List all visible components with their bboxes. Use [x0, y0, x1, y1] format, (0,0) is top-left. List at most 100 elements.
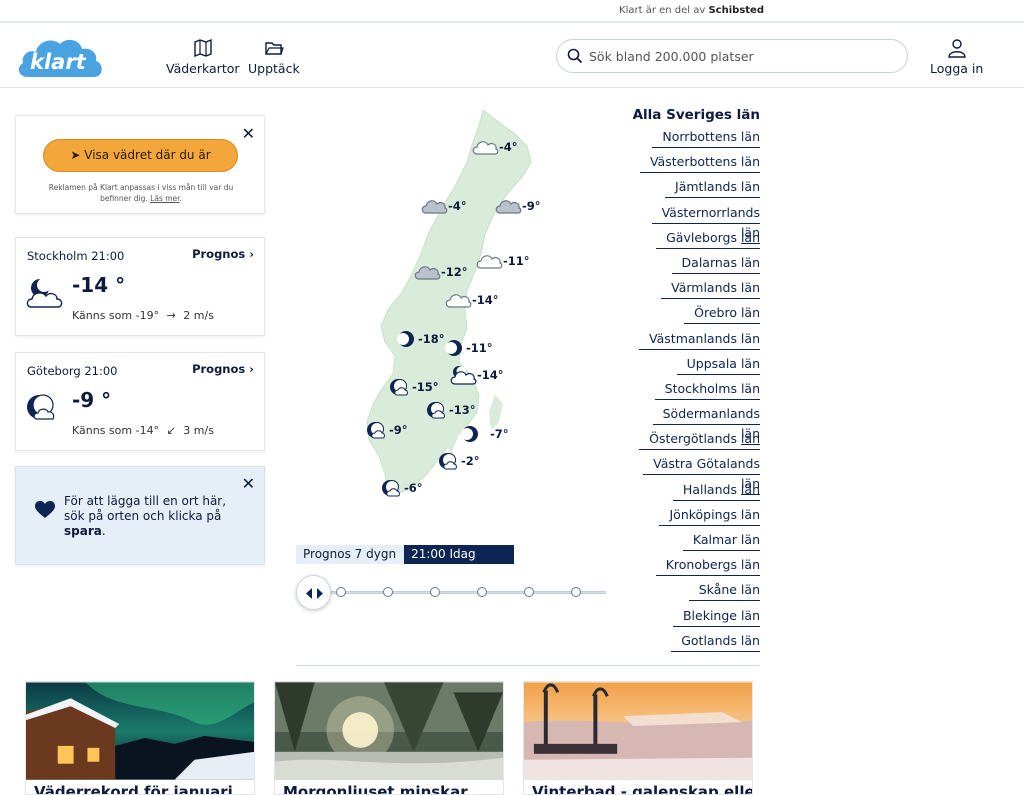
dark-cloud-icon	[414, 266, 441, 280]
forecast-7days-label: Prognos 7 dygn	[296, 545, 405, 564]
wind-speed: 2 m/s	[183, 309, 214, 322]
article-card[interactable]: Vinterbad - galenskap eller	[523, 681, 753, 795]
cloud-icon	[445, 294, 472, 308]
map-pin[interactable]: -7°	[460, 424, 509, 444]
city-card-stockholm[interactable]: Stockholm 21:00 Prognos › -14 ° Känns so…	[15, 237, 265, 336]
selected-time: 21:00 Idag	[404, 545, 515, 564]
login-button[interactable]: Logga in	[930, 38, 983, 76]
dark-cloud-icon	[495, 200, 522, 214]
nav-discover[interactable]: Upptäck	[248, 38, 300, 76]
search-icon	[567, 48, 583, 64]
forecast-link[interactable]: Prognos ›	[192, 247, 254, 261]
moon-cloud-icon	[25, 393, 61, 427]
moon-cloud-icon	[382, 480, 400, 497]
slider-handle[interactable]	[296, 575, 331, 610]
time-slider[interactable]	[296, 575, 606, 611]
sweden-weather-map[interactable]: -4° -4° -9° -12° -11° -14° -18° -11° -14…	[355, 104, 555, 504]
article-image-winter-bath	[524, 682, 752, 780]
user-icon	[947, 39, 966, 58]
close-icon[interactable]: ✕	[242, 124, 255, 143]
regions-list: Alla Sveriges län Norrbottens län Väster…	[630, 107, 760, 656]
map-pin[interactable]: -18°	[396, 329, 445, 349]
left-right-arrows-icon	[306, 588, 323, 599]
forecast-link[interactable]: Prognos ›	[192, 362, 254, 376]
search-input[interactable]	[589, 46, 889, 66]
cloud-icon	[476, 255, 503, 269]
map-pin[interactable]: -4°	[471, 138, 518, 156]
article-title[interactable]: Morgonljuset minskar	[283, 783, 468, 794]
region-link[interactable]: Blekinge län	[630, 606, 760, 631]
article-title[interactable]: Vinterbad - galenskap eller	[532, 783, 752, 794]
search-box[interactable]	[556, 39, 908, 73]
map-icon	[194, 38, 212, 58]
map-pin[interactable]: -9°	[365, 420, 408, 440]
close-icon[interactable]: ✕	[242, 474, 255, 493]
show-my-location-button[interactable]: ➤ Visa vädret där du är	[43, 139, 238, 172]
article-image-aurora	[26, 682, 254, 780]
wind-speed: 3 m/s	[183, 424, 214, 437]
map-pin[interactable]: -2°	[437, 451, 480, 471]
wind-arrow-icon: →	[166, 309, 176, 322]
map-pin[interactable]: -15°	[388, 377, 439, 397]
moon-icon	[397, 331, 414, 347]
regions-title: Alla Sveriges län	[632, 107, 760, 123]
region-link[interactable]: Gävleborgs län	[630, 228, 760, 253]
city-temperature: -9 °	[72, 388, 112, 412]
slider-step[interactable]	[571, 587, 581, 597]
read-more-link[interactable]: Läs mer	[150, 194, 179, 203]
region-link[interactable]: Norrbottens län	[630, 127, 760, 152]
region-link[interactable]: Västerbottens län	[630, 152, 760, 177]
location-arrow-icon: ➤	[70, 148, 81, 162]
map-pin[interactable]: -13°	[425, 400, 476, 420]
region-link[interactable]: Hallands län	[630, 480, 760, 505]
map-pin[interactable]: -4°	[420, 197, 467, 215]
map-pin[interactable]: -11°	[444, 338, 493, 358]
ad-location-note: Reklamen på Klart anpassas i viss mån ti…	[48, 183, 234, 203]
region-link[interactable]: Stockholms län	[630, 379, 760, 404]
map-pin[interactable]: -14°	[444, 291, 499, 309]
region-link[interactable]: Jämtlands län	[630, 177, 760, 202]
map-pin[interactable]: -6°	[380, 478, 423, 498]
region-link[interactable]: Södermanlands län	[630, 404, 760, 446]
city-card-goteborg[interactable]: Göteborg 21:00 Prognos › -9 ° Känns som …	[15, 352, 265, 451]
slider-step[interactable]	[477, 587, 487, 597]
region-link[interactable]: Uppsala län	[630, 354, 760, 379]
article-card[interactable]: Morgonljuset minskar	[274, 681, 504, 795]
map-pin[interactable]: -12°	[413, 263, 468, 281]
region-link[interactable]: Östergötlands län	[630, 429, 760, 454]
region-link[interactable]: Värmlands län	[630, 278, 760, 303]
city-name: Göteborg 21:00	[27, 364, 118, 378]
moon-cloud-icon	[439, 453, 457, 470]
region-link[interactable]: Västra Götalands län	[630, 454, 760, 496]
article-image-morning	[275, 682, 503, 780]
region-link[interactable]: Dalarnas län	[630, 253, 760, 278]
folder-icon	[265, 42, 284, 55]
region-link[interactable]: Kalmar län	[630, 530, 760, 555]
region-link[interactable]: Gotlands län	[630, 631, 760, 656]
slider-step[interactable]	[336, 587, 346, 597]
map-pin[interactable]: -9°	[494, 197, 541, 215]
nav-weather-maps[interactable]: Väderkartor	[166, 38, 240, 76]
svg-text:klart: klart	[30, 50, 87, 74]
favorite-tip-text: För att lägga till en ort här, sök på or…	[64, 494, 227, 538]
region-link[interactable]: Västmanlands län	[630, 329, 760, 354]
cloud-icon	[472, 141, 499, 155]
moon-icon	[461, 426, 478, 442]
moon-cloud-icon	[367, 422, 385, 439]
schibsted-brand[interactable]: Schibsted	[708, 5, 764, 16]
region-link[interactable]: Västernorrlands län	[630, 203, 760, 244]
region-link[interactable]: Jönköpings län	[630, 505, 760, 530]
region-link[interactable]: Kronobergs län	[630, 555, 760, 580]
slider-step[interactable]	[524, 587, 534, 597]
slider-step[interactable]	[430, 587, 440, 597]
article-card[interactable]: Väderrekord för januari	[25, 681, 255, 795]
map-pin[interactable]: -11°	[475, 252, 530, 270]
map-pin[interactable]: -14°	[449, 364, 504, 386]
region-link[interactable]: Örebro län	[630, 303, 760, 328]
moon-icon	[445, 340, 462, 356]
klart-logo[interactable]: klart	[14, 31, 106, 81]
slider-track[interactable]	[316, 591, 606, 594]
article-title[interactable]: Väderrekord för januari	[34, 783, 233, 794]
region-link[interactable]: Skåne län	[630, 580, 760, 605]
slider-step[interactable]	[383, 587, 393, 597]
